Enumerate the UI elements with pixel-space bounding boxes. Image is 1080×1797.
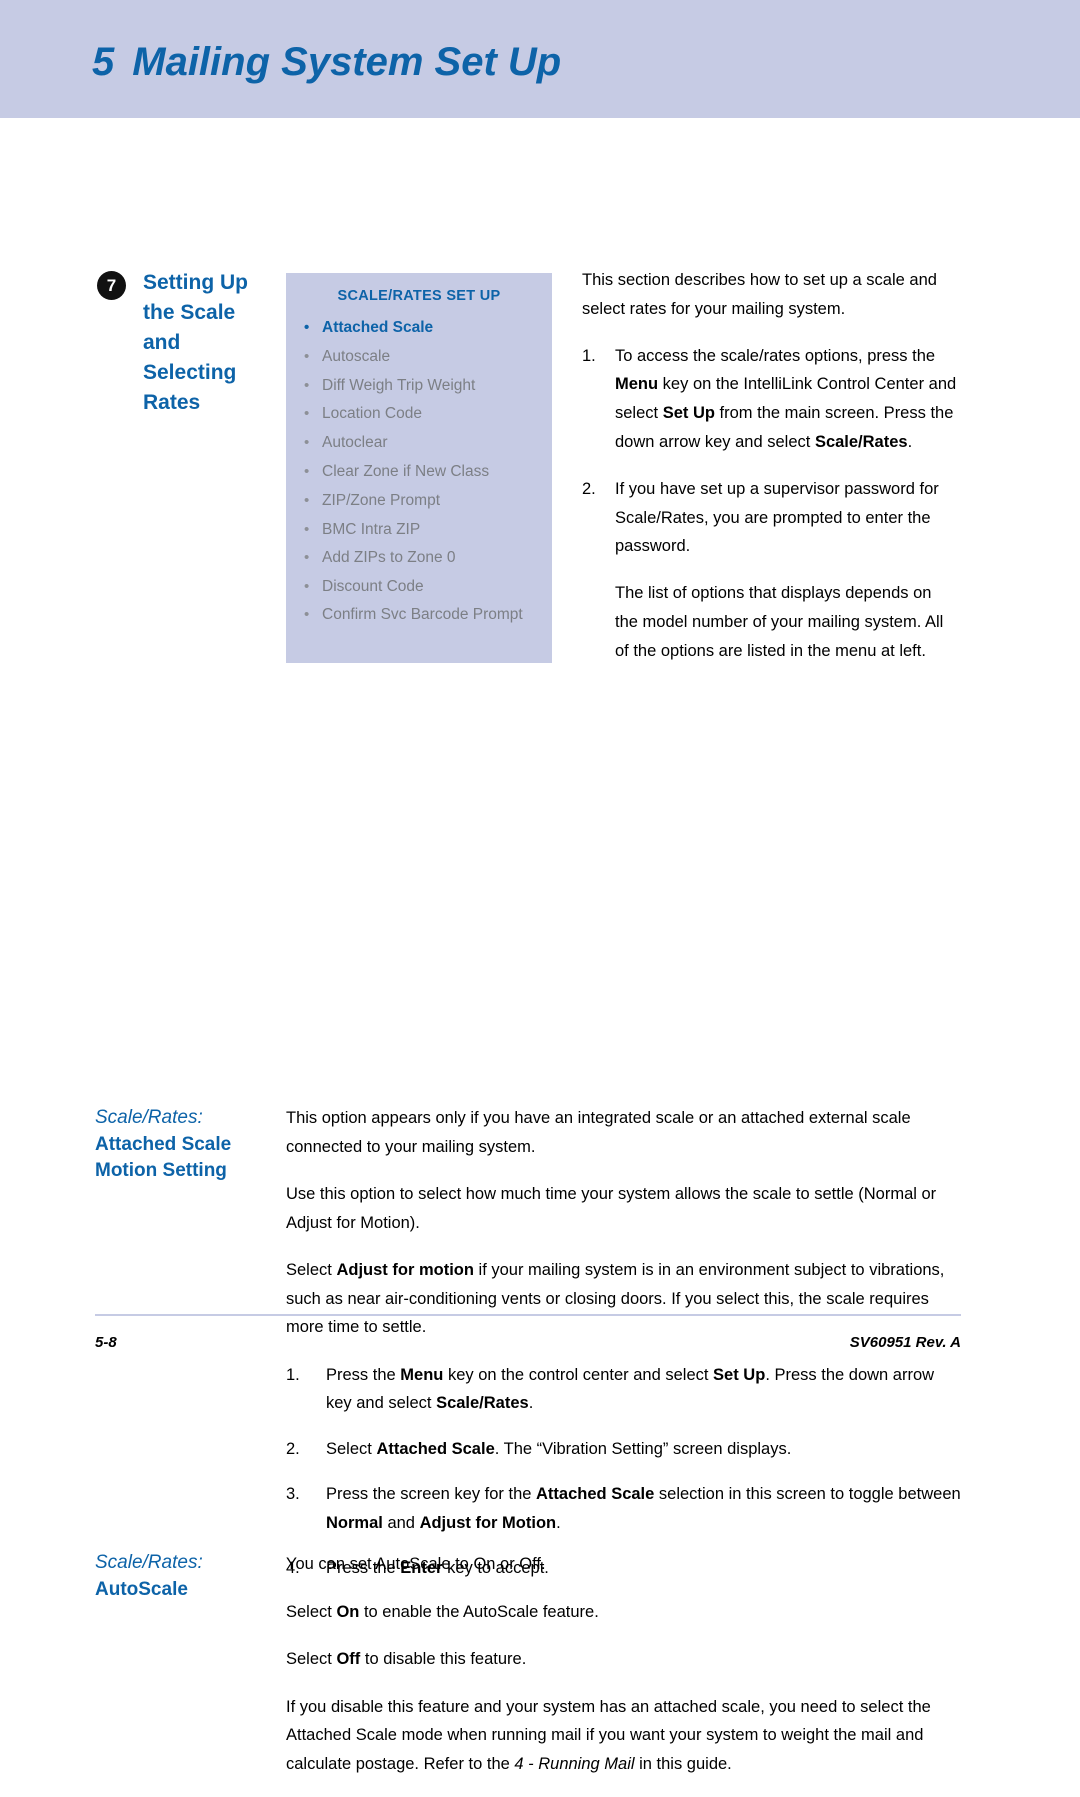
- step-number: 2.: [286, 1439, 300, 1458]
- menu-item-location-code[interactable]: Location Code: [300, 400, 538, 429]
- section-number-badge: 7: [97, 271, 126, 300]
- footer-divider: [95, 1314, 961, 1316]
- as-p3-c: to disable this feature.: [360, 1650, 527, 1668]
- step-text-a: To access the scale/rates options, press…: [615, 346, 936, 365]
- motion-p3-a: Select: [286, 1261, 337, 1279]
- footer-document-id: SV60951 Rev. A: [849, 1334, 961, 1351]
- autoscale-heading-bold: AutoScale: [95, 1578, 188, 1600]
- menu-item-autoscale[interactable]: Autoscale: [300, 343, 538, 372]
- step-number: 1.: [582, 346, 596, 365]
- motion-paragraph-1: This option appears only if you have an …: [286, 1109, 911, 1156]
- s2b: Attached Scale: [376, 1439, 495, 1458]
- intro-paragraph: This section describes how to set up a s…: [582, 271, 937, 318]
- section-intro-column: This section describes how to set up a s…: [582, 266, 957, 684]
- s1c: key on the control center and select: [443, 1365, 714, 1384]
- s3c: selection in this screen to toggle betwe…: [654, 1485, 961, 1503]
- chapter-number: 5: [92, 40, 115, 84]
- page-title: 5 Mailing System Set Up: [92, 40, 561, 85]
- scale-rates-menu-box: SCALE/RATES SET UP Attached Scale Autosc…: [286, 273, 552, 663]
- step-text-g: .: [907, 432, 913, 451]
- autoscale-heading-italic: Scale/Rates:: [95, 1552, 203, 1573]
- step-number: 2.: [582, 479, 596, 498]
- motion-paragraph-3: Select Adjust for motion if your mailing…: [286, 1256, 962, 1342]
- menu-item-diff-weigh-trip-weight[interactable]: Diff Weigh Trip Weight: [300, 372, 538, 401]
- menu-item-add-zips-to-zone-0[interactable]: Add ZIPs to Zone 0: [300, 544, 538, 573]
- autoscale-paragraph-2: Select On to enable the AutoScale featur…: [286, 1598, 962, 1627]
- step-text-menu: Menu: [615, 375, 659, 394]
- footer-page-number: 5-8: [95, 1334, 117, 1351]
- chapter-header-band: 5 Mailing System Set Up: [0, 0, 1080, 118]
- s3d: Normal: [326, 1513, 383, 1532]
- menu-box-title: SCALE/RATES SET UP: [337, 288, 501, 304]
- motion-heading-italic: Scale/Rates:: [95, 1107, 203, 1128]
- step-text-setup: Set Up: [662, 404, 715, 423]
- as-p3-a: Select: [286, 1650, 337, 1668]
- s2a: Select: [326, 1439, 377, 1458]
- s1d: Set Up: [713, 1365, 766, 1384]
- step-text-scale-rates: Scale/Rates: [814, 432, 908, 451]
- as-p2-c: to enable the AutoScale feature.: [359, 1602, 599, 1621]
- menu-item-autoclear[interactable]: Autoclear: [300, 429, 538, 458]
- motion-section-side-heading: Scale/Rates: Attached Scale Motion Setti…: [95, 1105, 280, 1185]
- menu-item-clear-zone-if-new-class[interactable]: Clear Zone if New Class: [300, 458, 538, 487]
- s3b: Attached Scale: [536, 1485, 655, 1503]
- as-p3-bold: Off: [336, 1650, 361, 1668]
- step-text: If you have set up a supervisor password…: [615, 479, 939, 556]
- autoscale-paragraph-3: Select Off to disable this feature.: [286, 1645, 962, 1674]
- autoscale-section-body: You can set AutoScale to On or Off. Sele…: [286, 1550, 962, 1797]
- motion-step-2: 2. Select Attached Scale. The “Vibration …: [286, 1435, 962, 1464]
- menu-item-attached-scale[interactable]: Attached Scale: [300, 314, 538, 343]
- section-heading: Setting Up the Scale and Selecting Rates: [143, 271, 248, 414]
- page-content: 7 Setting Up the Scale and Selecting Rat…: [0, 118, 1080, 1773]
- menu-item-discount-code[interactable]: Discount Code: [300, 573, 538, 602]
- menu-list: Attached Scale Autoscale Diff Weigh Trip…: [300, 314, 538, 627]
- motion-section-body: This option appears only if you have an …: [286, 1104, 962, 1600]
- motion-p3-bold: Adjust for motion: [336, 1261, 474, 1279]
- step-number: 1.: [286, 1365, 300, 1384]
- note-text: The list of options that displays depend…: [615, 584, 944, 660]
- as-p2-bold: On: [336, 1602, 360, 1621]
- s3a: Press the screen key for the: [326, 1485, 537, 1503]
- menu-item-bmc-intra-zip[interactable]: BMC Intra ZIP: [300, 516, 538, 545]
- s1a: Press the: [326, 1365, 401, 1384]
- motion-paragraph-2: Use this option to select how much time …: [286, 1185, 937, 1232]
- autoscale-section-side-heading: Scale/Rates: AutoScale: [95, 1550, 280, 1603]
- motion-step-3: 3. Press the screen key for the Attached …: [286, 1480, 962, 1537]
- autoscale-paragraph-1: You can set AutoScale to On or Off.: [286, 1555, 546, 1573]
- intro-step-1: 1. To access the scale/rates options, pre…: [582, 342, 957, 457]
- intro-step-2: 2. If you have set up a supervisor passwo…: [582, 475, 957, 561]
- s3e: and: [382, 1513, 420, 1532]
- motion-heading-bold-2: Motion Setting: [95, 1160, 227, 1181]
- as-p4-italic: 4 - Running Mail: [514, 1754, 635, 1773]
- autoscale-paragraph-4: If you disable this feature and your sys…: [286, 1693, 962, 1779]
- as-p4-c: in this guide.: [634, 1754, 732, 1773]
- chapter-title-text: Mailing System Set Up: [132, 40, 562, 84]
- section-setting-up-scale: 7 Setting Up the Scale and Selecting Rat…: [0, 118, 1080, 663]
- as-p2-a: Select: [286, 1602, 337, 1621]
- menu-item-zip-zone-prompt[interactable]: ZIP/Zone Prompt: [300, 487, 538, 516]
- intro-step-2-note: The list of options that displays depend…: [582, 579, 957, 665]
- s3g: .: [556, 1513, 561, 1532]
- motion-heading-bold-1: Attached Scale: [95, 1133, 232, 1155]
- menu-item-confirm-svc-barcode-prompt[interactable]: Confirm Svc Barcode Prompt: [300, 602, 538, 627]
- motion-step-1: 1. Press the Menu key on the control cent…: [286, 1361, 962, 1418]
- s2c: . The “Vibration Setting” screen display…: [494, 1439, 792, 1458]
- s1b: Menu: [400, 1365, 444, 1384]
- s3f: Adjust for Motion: [419, 1513, 557, 1532]
- step-number: 3.: [286, 1485, 300, 1503]
